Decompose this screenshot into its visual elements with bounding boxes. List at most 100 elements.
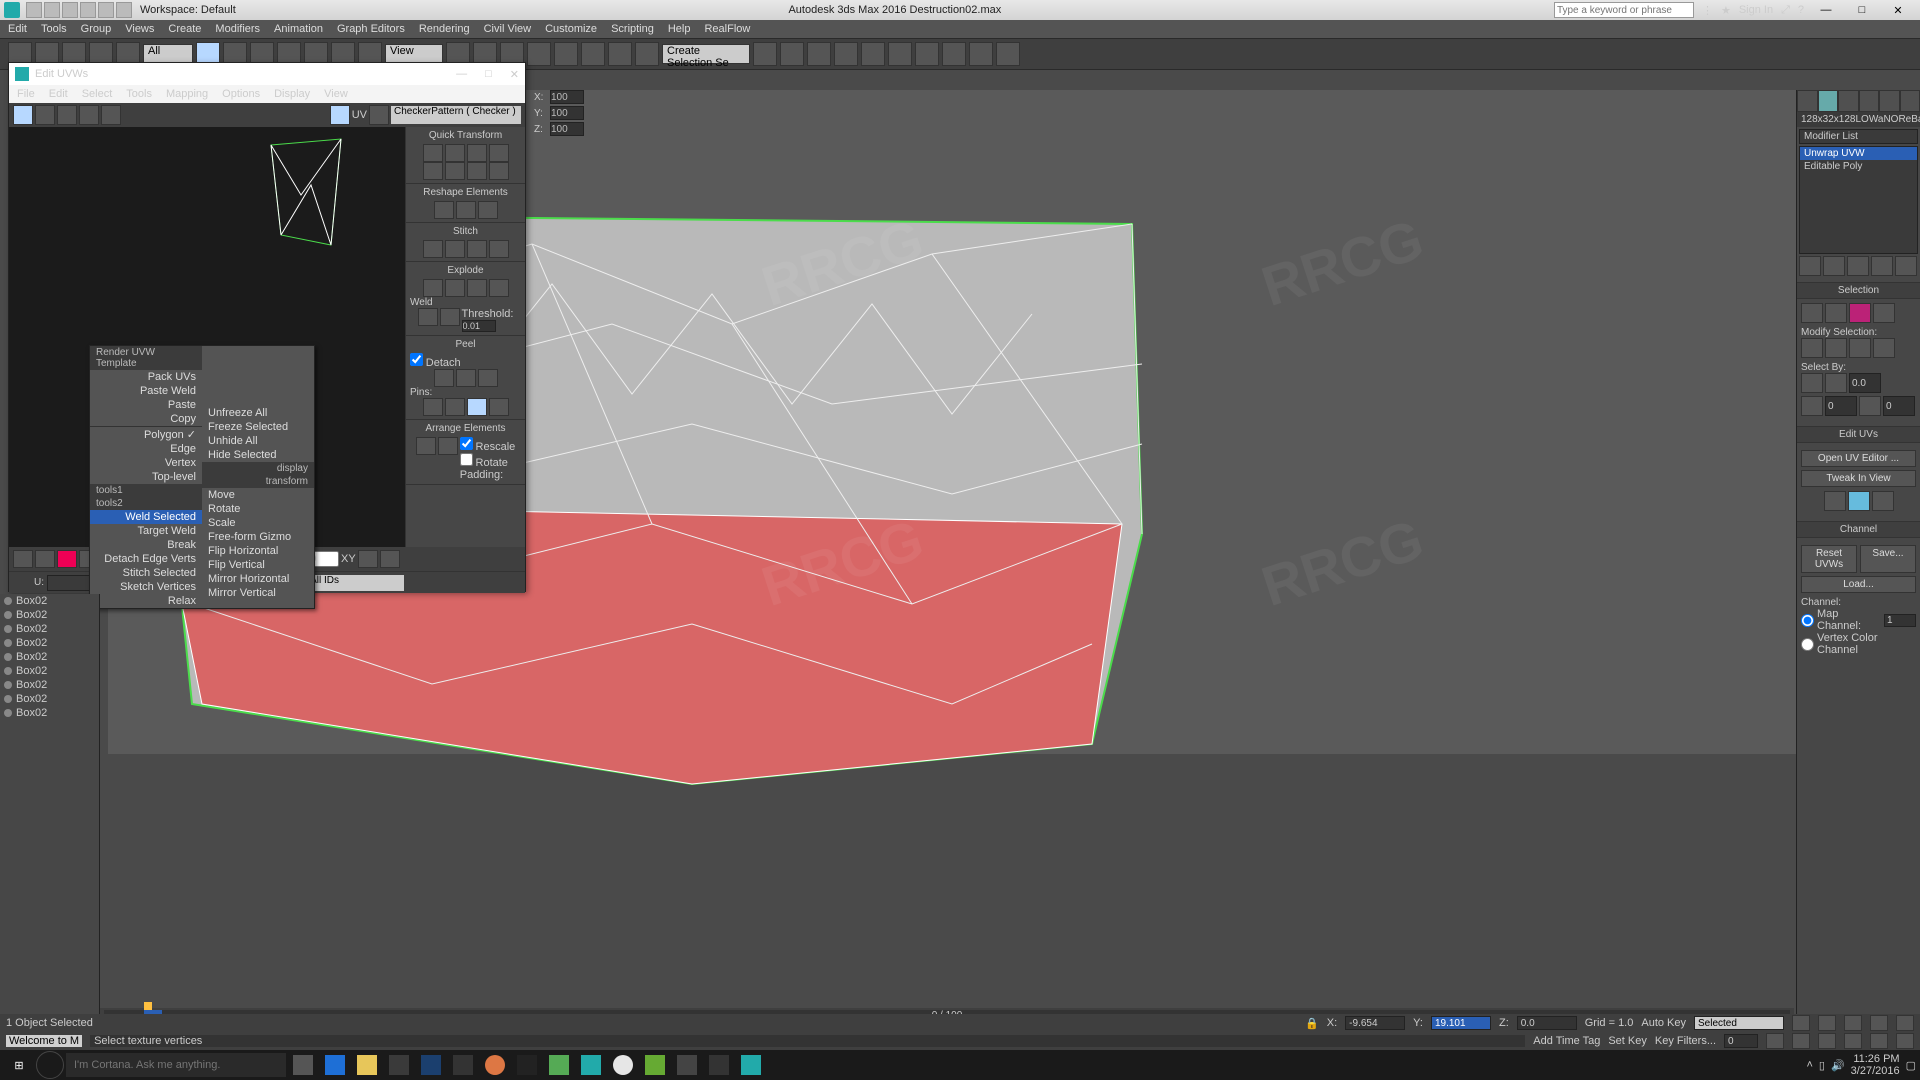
- rescale-checkbox[interactable]: [460, 437, 473, 450]
- z-input[interactable]: [1517, 1016, 1577, 1030]
- schematic-icon[interactable]: [888, 42, 912, 66]
- spinner-snap-icon[interactable]: [608, 42, 632, 66]
- qt-fit-icon[interactable]: [467, 162, 487, 180]
- stack-config-icon[interactable]: [1895, 256, 1917, 276]
- ctx-copy[interactable]: Copy: [90, 412, 202, 426]
- curve-editor-icon[interactable]: [861, 42, 885, 66]
- stitch-3-icon[interactable]: [467, 240, 487, 258]
- play-icon[interactable]: [1844, 1015, 1862, 1031]
- uv-freeform-icon[interactable]: [79, 105, 99, 125]
- help-search-input[interactable]: [1554, 2, 1694, 18]
- play-end-icon[interactable]: [1896, 1015, 1914, 1031]
- nav-fov-icon[interactable]: [1818, 1033, 1836, 1049]
- photoshop-icon[interactable]: [416, 1050, 446, 1080]
- modsel-shrink-icon[interactable]: [1825, 338, 1847, 358]
- uv-menu-options[interactable]: Options: [222, 88, 260, 100]
- sel-vertex-icon[interactable]: [1801, 303, 1823, 323]
- explode-2-icon[interactable]: [445, 279, 465, 297]
- uvb-zoom-icon[interactable]: [448, 575, 464, 591]
- rotate-checkbox[interactable]: [460, 453, 473, 466]
- ctx-scale[interactable]: Scale: [202, 516, 314, 530]
- save-uvws-button[interactable]: Save...: [1860, 545, 1916, 573]
- ctx-freeform[interactable]: Free-form Gizmo: [202, 530, 314, 544]
- pin-1-icon[interactable]: [423, 398, 443, 416]
- edit-named-sel-icon[interactable]: [635, 42, 659, 66]
- stitch-1-icon[interactable]: [423, 240, 443, 258]
- lock-icon[interactable]: 🔒: [1305, 1017, 1319, 1030]
- pin-4-icon[interactable]: [489, 398, 509, 416]
- tray-network-icon[interactable]: ▯: [1819, 1059, 1825, 1072]
- uv-menu-view[interactable]: View: [324, 88, 348, 100]
- play-start-icon[interactable]: [1792, 1015, 1810, 1031]
- weld-1-icon[interactable]: [418, 308, 438, 326]
- qt-align-l-icon[interactable]: [423, 144, 443, 162]
- selby-angle-icon[interactable]: [1825, 373, 1847, 393]
- ctx-vertex[interactable]: Vertex: [90, 456, 202, 470]
- selection-filter-dropdown[interactable]: All: [143, 44, 193, 64]
- uv-move-icon[interactable]: [13, 105, 33, 125]
- sign-in-label[interactable]: Sign In: [1739, 4, 1773, 16]
- store-icon[interactable]: [384, 1050, 414, 1080]
- stitch-2-icon[interactable]: [445, 240, 465, 258]
- menu-scripting[interactable]: Scripting: [611, 23, 654, 35]
- nav-zoomall-icon[interactable]: [1792, 1033, 1810, 1049]
- uvb-vertex-icon[interactable]: [13, 550, 33, 568]
- uvb-lock-icon[interactable]: [380, 550, 400, 568]
- app-a-icon[interactable]: [544, 1050, 574, 1080]
- selby-smg-input[interactable]: [1825, 396, 1857, 416]
- help-icon[interactable]: ?: [1798, 4, 1804, 16]
- start-button[interactable]: ⊞: [4, 1050, 34, 1080]
- stack-unique-icon[interactable]: [1847, 256, 1869, 276]
- tray-notifications-icon[interactable]: ▢: [1906, 1059, 1916, 1072]
- open-uv-editor-button[interactable]: Open UV Editor ...: [1801, 450, 1916, 467]
- uv-rotate-icon[interactable]: [35, 105, 55, 125]
- peel-1-icon[interactable]: [434, 369, 454, 387]
- ctx-flip-v[interactable]: Flip Vertical: [202, 558, 314, 572]
- uvb-snap-icon[interactable]: [505, 575, 521, 591]
- exchange-icon[interactable]: ⤢: [1781, 4, 1790, 17]
- play-next-icon[interactable]: [1870, 1015, 1888, 1031]
- ctx-detach-edge[interactable]: Detach Edge Verts: [90, 552, 202, 566]
- ctx-top-level[interactable]: Top-level: [90, 470, 202, 484]
- selby-smg-icon[interactable]: [1801, 396, 1823, 416]
- selby-planar-icon[interactable]: [1801, 373, 1823, 393]
- cmd-hierarchy-tab[interactable]: [1838, 90, 1859, 112]
- uv-mirror-icon[interactable]: [101, 105, 121, 125]
- menu-help[interactable]: Help: [668, 23, 691, 35]
- qat-new-icon[interactable]: [26, 2, 42, 18]
- add-time-tag-button[interactable]: Add Time Tag: [1533, 1035, 1600, 1047]
- settings-icon[interactable]: [448, 1050, 478, 1080]
- explorer-icon[interactable]: [352, 1050, 382, 1080]
- layer-icon[interactable]: [807, 42, 831, 66]
- app-c-icon[interactable]: [672, 1050, 702, 1080]
- modifier-list-dropdown[interactable]: Modifier List: [1799, 129, 1918, 144]
- key-mode-dropdown[interactable]: [1694, 1016, 1784, 1030]
- sel-edge-icon[interactable]: [1825, 303, 1847, 323]
- qat-open-icon[interactable]: [44, 2, 60, 18]
- ctx-unhide[interactable]: Unhide All: [202, 434, 314, 448]
- set-key-button[interactable]: Set Key: [1608, 1035, 1647, 1047]
- ctx-stitch-selected[interactable]: Stitch Selected: [90, 566, 202, 580]
- reshape-grid-icon[interactable]: [478, 201, 498, 219]
- graph-icon[interactable]: [834, 42, 858, 66]
- selby-matid-input[interactable]: [1883, 396, 1915, 416]
- menu-edit[interactable]: Edit: [8, 23, 27, 35]
- mirror-icon[interactable]: [753, 42, 777, 66]
- ctx-target-weld[interactable]: Target Weld: [90, 524, 202, 538]
- uvb-pan-icon[interactable]: [429, 575, 445, 591]
- nav-max-icon[interactable]: [1896, 1033, 1914, 1049]
- ctx-move[interactable]: Move: [202, 488, 314, 502]
- ctx-paste[interactable]: Paste: [90, 398, 202, 412]
- spin-z-input[interactable]: [550, 122, 584, 136]
- quickmap-planar-icon[interactable]: [1824, 491, 1846, 511]
- current-frame-input[interactable]: [1724, 1034, 1758, 1048]
- close-button[interactable]: ✕: [1884, 4, 1912, 17]
- epic-icon[interactable]: [512, 1050, 542, 1080]
- uv-showmap-icon[interactable]: [330, 105, 350, 125]
- play-prev-icon[interactable]: [1818, 1015, 1836, 1031]
- uv-menu-tools[interactable]: Tools: [126, 88, 152, 100]
- time-knob-icon[interactable]: [144, 1002, 152, 1010]
- menu-animation[interactable]: Animation: [274, 23, 323, 35]
- cmd-utilities-tab[interactable]: [1900, 90, 1920, 112]
- map-channel-input[interactable]: [1884, 614, 1916, 627]
